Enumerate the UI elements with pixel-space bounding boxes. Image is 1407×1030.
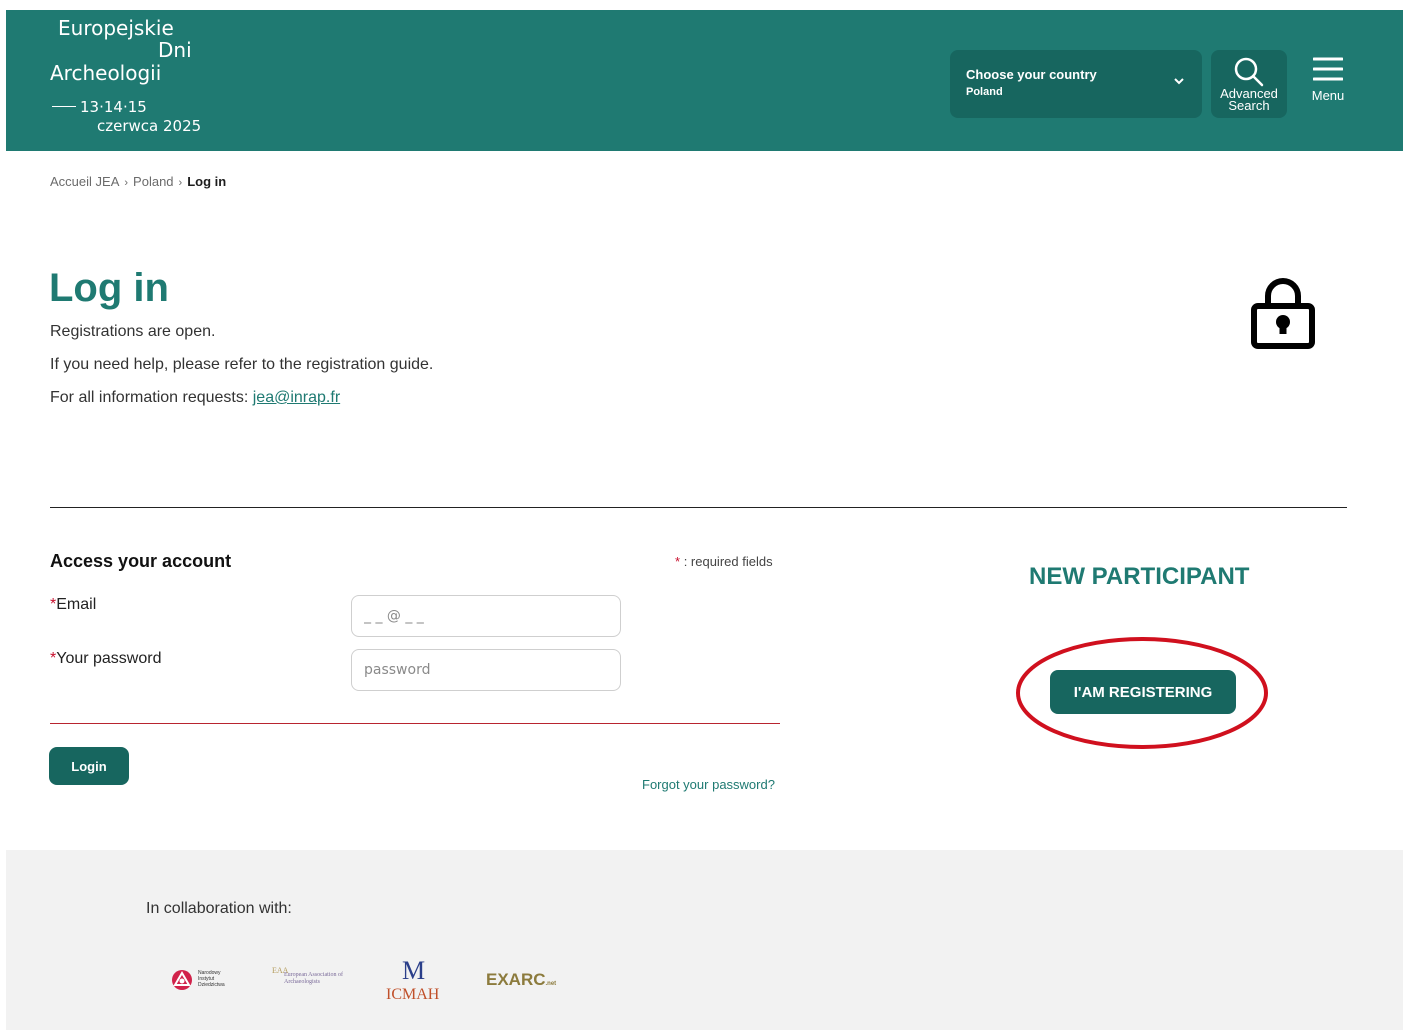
logo-line-3: Archeologii: [50, 61, 162, 85]
breadcrumb-separator: ›: [124, 177, 129, 189]
email-label-text: Email: [56, 596, 97, 613]
eaa-logo-text: European Association of Archaeologists: [284, 972, 343, 985]
forgot-password-link[interactable]: Forgot your password?: [642, 777, 775, 792]
breadcrumb: Accueil JEA › Poland › Log in: [50, 174, 226, 189]
logo-line-2: Dni: [158, 38, 192, 62]
intro-registrations-open: Registrations are open.: [50, 323, 216, 340]
contact-email-link[interactable]: jea@inrap.fr: [253, 389, 340, 406]
form-title: Access your account: [50, 551, 232, 571]
advanced-search-button[interactable]: Advanced Search: [1211, 50, 1287, 118]
eaa-logo-letters: EAA: [272, 966, 289, 975]
menu-label: Menu: [1311, 88, 1345, 103]
new-participant-title: NEW PARTICIPANT: [1029, 563, 1250, 590]
nid-logo-text: Narodowy Instytut Dziedzictwa: [198, 970, 225, 988]
page-title: Log in: [49, 266, 169, 310]
intro-contact: For all information requests: jea@inrap.…: [50, 389, 340, 407]
required-fields-note: * : required fields: [675, 554, 773, 569]
login-button[interactable]: Login: [49, 747, 129, 785]
icmah-mark: M: [402, 956, 426, 985]
lock-icon: [1251, 278, 1315, 349]
logo-line-1: Europejskie: [58, 16, 174, 40]
email-field[interactable]: [351, 595, 621, 637]
password-label-text: Your password: [56, 650, 162, 667]
menu-button[interactable]: Menu: [1306, 54, 1350, 114]
exarc-logo-icon[interactable]: EXARC.net: [486, 970, 556, 990]
required-star: *: [675, 554, 681, 569]
nid-logo-icon[interactable]: Narodowy Instytut Dziedzictwa: [170, 968, 240, 994]
nid-emblem-icon: [172, 970, 192, 990]
intro-contact-prefix: For all information requests:: [50, 389, 253, 406]
icmah-logo-text: ICMAH: [386, 986, 440, 1003]
password-label: *Your password: [50, 650, 161, 668]
form-separator: [50, 723, 780, 724]
section-divider: [50, 507, 1347, 508]
email-label: *Email: [50, 596, 96, 614]
password-field[interactable]: [351, 649, 621, 691]
exarc-logo-text: EXARC: [486, 970, 546, 989]
register-button[interactable]: I'AM REGISTERING: [1050, 670, 1236, 714]
required-note-text: : required fields: [683, 554, 773, 569]
advanced-search-label: Advanced Search: [1220, 86, 1278, 113]
intro-help-text: If you need help, please refer to the re…: [50, 356, 434, 373]
icmah-logo-icon[interactable]: M ICMAH: [386, 956, 450, 1006]
site-header: Europejskie Dni Archeologii 13·14·15 cze…: [6, 10, 1403, 151]
country-selector-value: Poland: [966, 86, 1003, 98]
country-selector[interactable]: Choose your country Poland: [950, 50, 1202, 118]
logo-dates: 13·14·15: [80, 98, 147, 116]
search-icon: [1234, 57, 1264, 87]
breadcrumb-country[interactable]: Poland: [133, 174, 173, 189]
breadcrumb-current: Log in: [187, 174, 227, 189]
breadcrumb-separator: ›: [178, 177, 183, 189]
country-selector-label: Choose your country: [966, 67, 1097, 82]
logo-month-year: czerwca 2025: [97, 117, 202, 135]
site-footer: In collaboration with: Narodowy Instytut…: [6, 850, 1403, 1030]
breadcrumb-home[interactable]: Accueil JEA: [50, 174, 119, 189]
exarc-logo-suffix: .net: [545, 981, 557, 987]
collaboration-label: In collaboration with:: [146, 900, 292, 917]
logo-dash: [52, 106, 76, 107]
hamburger-icon: [1313, 57, 1343, 81]
eaa-logo-icon[interactable]: EAA European Association of Archaeologis…: [272, 966, 356, 996]
chevron-down-icon: [1174, 78, 1184, 85]
